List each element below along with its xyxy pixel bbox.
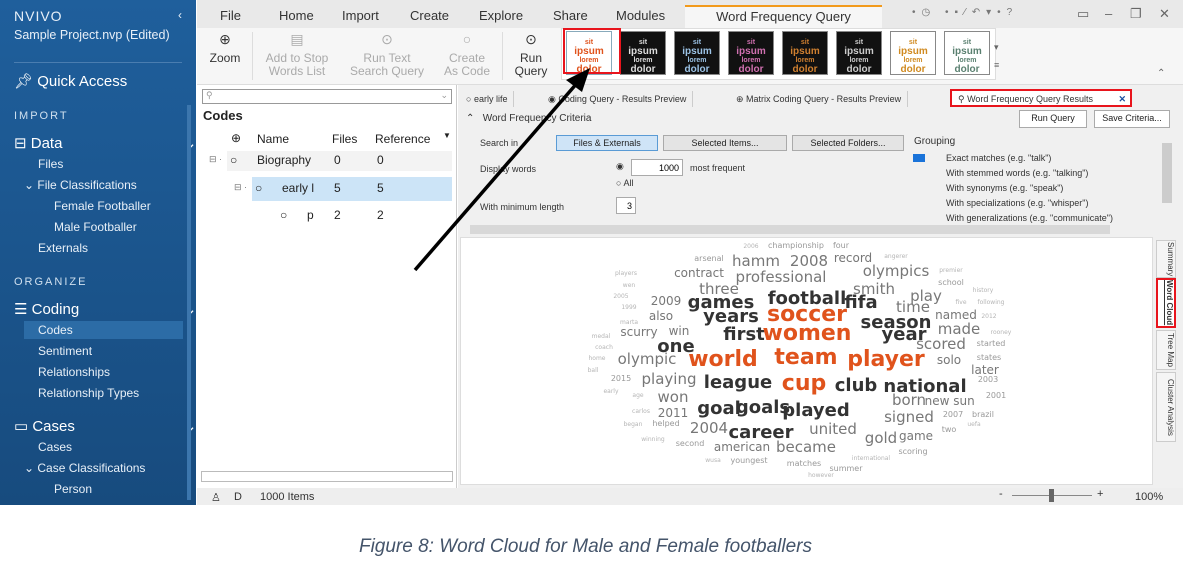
arrow-line xyxy=(413,80,580,272)
annotation-arrow xyxy=(413,68,590,272)
arrow-head xyxy=(566,68,590,92)
figure-caption: Figure 8: Word Cloud for Male and Female… xyxy=(358,536,813,557)
